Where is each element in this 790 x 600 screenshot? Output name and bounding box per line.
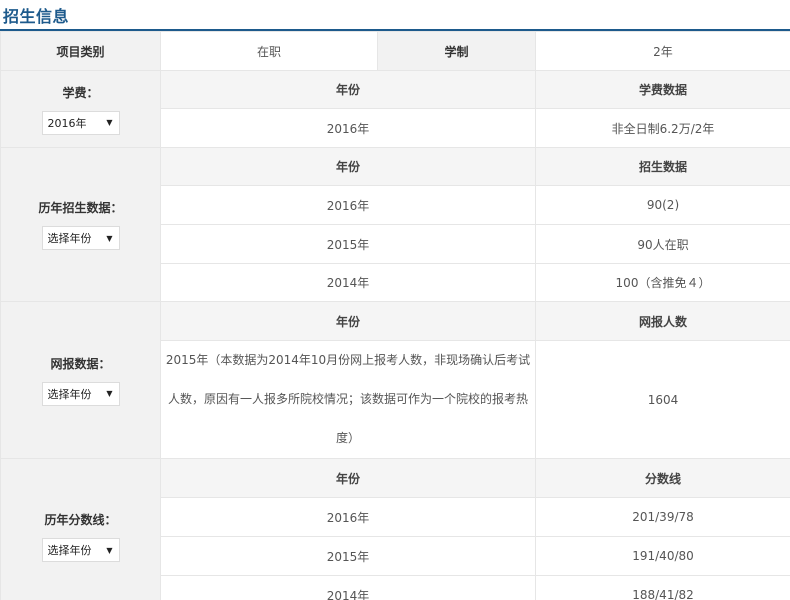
online-data-header: 网报人数 bbox=[535, 301, 790, 341]
scores-year-header: 年份 bbox=[160, 458, 536, 498]
scores-year: 2015年 bbox=[160, 536, 536, 576]
tuition-side: 学费： 2016年 ▼ bbox=[0, 70, 161, 148]
tuition-year-header: 年份 bbox=[160, 70, 536, 109]
chevron-down-icon: ▼ bbox=[106, 545, 113, 555]
enrollment-value: 90人在职 bbox=[535, 224, 790, 264]
online-header-row: 网报数据： 选择年份 ▼ 年份 网报人数 bbox=[0, 301, 790, 459]
enrollment-header-row: 历年招生数据： 选择年份 ▼ 年份 招生数据 bbox=[0, 147, 790, 302]
chevron-down-icon: ▼ bbox=[106, 233, 113, 243]
tuition-label: 学费： bbox=[62, 85, 99, 100]
admission-info-table: 项目类别 在职 学制 2年 学费： 2016年 ▼ 年份 学费数据 2016年 … bbox=[0, 31, 790, 600]
tuition-header-row: 学费： 2016年 ▼ 年份 学费数据 bbox=[0, 70, 790, 148]
chevron-down-icon: ▼ bbox=[106, 118, 113, 127]
scores-value: 201/39/78 bbox=[535, 497, 790, 537]
tuition-data-header: 学费数据 bbox=[535, 70, 790, 109]
enrollment-select-value: 选择年份 bbox=[47, 232, 92, 245]
tuition-select-value: 2016年 bbox=[47, 116, 87, 130]
scores-side: 历年分数线： 选择年份 ▼ bbox=[0, 458, 161, 600]
enrollment-value: 90(2) bbox=[535, 185, 790, 225]
online-year-note: 2015年（本数据为2014年10月份网上报考人数，非现场确认后考试人数，原因有… bbox=[165, 353, 531, 445]
enrollment-value: 100（含推免４） bbox=[535, 263, 790, 302]
online-year-header: 年份 bbox=[160, 301, 536, 341]
enrollment-year-header: 年份 bbox=[160, 147, 536, 186]
page-header: 招生信息 bbox=[0, 0, 790, 31]
scores-value: 188/41/82 bbox=[535, 575, 790, 600]
scores-label: 历年分数线： bbox=[44, 513, 117, 527]
online-label: 网报数据： bbox=[50, 356, 111, 371]
enrollment-year: 2015年 bbox=[160, 224, 536, 264]
scores-data-header: 分数线 bbox=[535, 458, 790, 498]
enrollment-year-select[interactable]: 选择年份 ▼ bbox=[41, 226, 120, 250]
online-year-cell: 2015年（本数据为2014年10月份网上报考人数，非现场确认后考试人数，原因有… bbox=[160, 340, 536, 459]
chevron-down-icon: ▼ bbox=[106, 389, 113, 398]
tuition-year-select[interactable]: 2016年 ▼ bbox=[41, 110, 120, 135]
enrollment-year: 2016年 bbox=[160, 185, 536, 225]
scores-year: 2014年 bbox=[160, 575, 536, 600]
enrollment-label: 历年招生数据： bbox=[38, 201, 123, 215]
online-value: 1604 bbox=[535, 340, 790, 459]
enrollment-data-header: 招生数据 bbox=[535, 147, 790, 186]
scores-value: 191/40/80 bbox=[535, 536, 790, 576]
category-value: 在职 bbox=[160, 31, 378, 71]
category-label: 项目类别 bbox=[0, 31, 161, 71]
scores-header-row: 历年分数线： 选择年份 ▼ 年份 分数线 bbox=[0, 458, 790, 600]
enrollment-side: 历年招生数据： 选择年份 ▼ bbox=[0, 147, 161, 302]
online-select-value: 选择年份 bbox=[47, 387, 92, 401]
scores-year: 2016年 bbox=[160, 497, 536, 537]
page-title: 招生信息 bbox=[3, 7, 70, 26]
duration-label: 学制 bbox=[377, 31, 536, 71]
scores-year-select[interactable]: 选择年份 ▼ bbox=[41, 538, 120, 562]
tuition-value: 非全日制6.2万/2年 bbox=[535, 108, 790, 148]
scores-select-value: 选择年份 bbox=[47, 544, 92, 557]
duration-value: 2年 bbox=[535, 31, 790, 71]
online-year-select[interactable]: 选择年份 ▼ bbox=[41, 381, 120, 406]
tuition-year: 2016年 bbox=[160, 108, 536, 148]
top-info-row: 项目类别 在职 学制 2年 bbox=[0, 31, 790, 71]
enrollment-year: 2014年 bbox=[160, 263, 536, 302]
online-side: 网报数据： 选择年份 ▼ bbox=[0, 301, 161, 459]
